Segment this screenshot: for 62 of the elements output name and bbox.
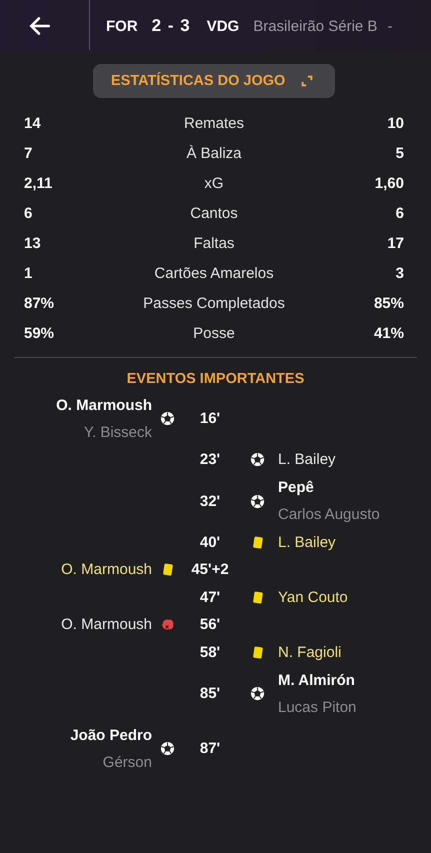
player-name: Pepê bbox=[278, 478, 314, 498]
stat-value: 14 bbox=[24, 114, 42, 134]
score: 2 - 3 bbox=[152, 16, 191, 36]
stat-label: Cartões Amarelos bbox=[153, 264, 275, 284]
stat-label: Remates bbox=[182, 114, 246, 134]
player-name: L. Bailey bbox=[278, 450, 336, 470]
stat-value: 1 bbox=[24, 264, 34, 284]
separator: - bbox=[387, 18, 392, 34]
injury-icon bbox=[160, 617, 174, 632]
stat-label: Faltas bbox=[192, 234, 236, 254]
player-name: L. Bailey bbox=[278, 532, 336, 553]
team-name: VDG bbox=[206, 18, 240, 34]
stat-value: 87% bbox=[24, 294, 56, 314]
player-name: O. Marmoush bbox=[61, 560, 152, 580]
stat-label: Posse bbox=[192, 324, 236, 344]
player-name: João Pedro bbox=[70, 726, 152, 746]
stat-label: Cantos bbox=[189, 204, 239, 224]
stat-value: 85% bbox=[372, 294, 404, 314]
event-minute: 58' bbox=[200, 642, 220, 663]
player-name: M. Almirón bbox=[278, 670, 355, 690]
stat-value: 17 bbox=[386, 234, 404, 254]
stat-value: 10 bbox=[386, 114, 404, 134]
team-name: FOR bbox=[106, 18, 138, 34]
event-minute: 16' bbox=[200, 409, 220, 429]
event-minute: 47' bbox=[200, 588, 220, 608]
football-icon bbox=[250, 452, 264, 468]
football-icon bbox=[250, 494, 264, 508]
match-stats-button[interactable]: ESTATÍSTICAS DO JOGO bbox=[93, 64, 335, 98]
stat-value: 1,60 bbox=[374, 174, 404, 194]
stat-value: 5 bbox=[394, 144, 404, 164]
assist-name: Y. Bisseck bbox=[84, 422, 152, 442]
stat-value: 41% bbox=[372, 324, 404, 344]
stat-value: 59% bbox=[24, 324, 56, 344]
stat-value: 6 bbox=[24, 204, 34, 224]
stat-value: 3 bbox=[394, 264, 404, 284]
player-name: O. Marmoush bbox=[56, 396, 152, 416]
competition-name: Brasileirão Série B bbox=[253, 18, 378, 34]
stat-value: 13 bbox=[24, 234, 42, 254]
event-minute: 45'+2 bbox=[191, 560, 229, 580]
stat-value: 6 bbox=[394, 204, 404, 224]
event-minute: 85' bbox=[200, 684, 220, 704]
player-name: N. Fagioli bbox=[278, 642, 342, 663]
stat-label: À Baliza bbox=[185, 144, 243, 164]
football-icon bbox=[250, 686, 264, 701]
stat-value: 2,11 bbox=[24, 174, 54, 194]
football-icon bbox=[160, 741, 174, 756]
assist-name: Carlos Augusto bbox=[278, 505, 380, 525]
event-minute: 87' bbox=[200, 739, 220, 759]
player-name: Yan Couto bbox=[278, 588, 348, 608]
assist-name: Gérson bbox=[102, 752, 152, 772]
player-name: O. Marmoush bbox=[61, 615, 152, 636]
section-title: EVENTOS IMPORTANTES bbox=[126, 370, 306, 389]
football-icon bbox=[160, 411, 174, 426]
stat-label: xG bbox=[203, 174, 225, 194]
expand-icon bbox=[300, 74, 314, 88]
event-minute: 40' bbox=[200, 532, 220, 553]
event-minute: 56' bbox=[200, 615, 220, 636]
stat-label: Passes Completados bbox=[142, 294, 286, 314]
event-minute: 23' bbox=[200, 450, 220, 470]
stat-value: 7 bbox=[24, 144, 34, 164]
event-minute: 32' bbox=[200, 492, 220, 512]
assist-name: Lucas Piton bbox=[278, 698, 356, 718]
